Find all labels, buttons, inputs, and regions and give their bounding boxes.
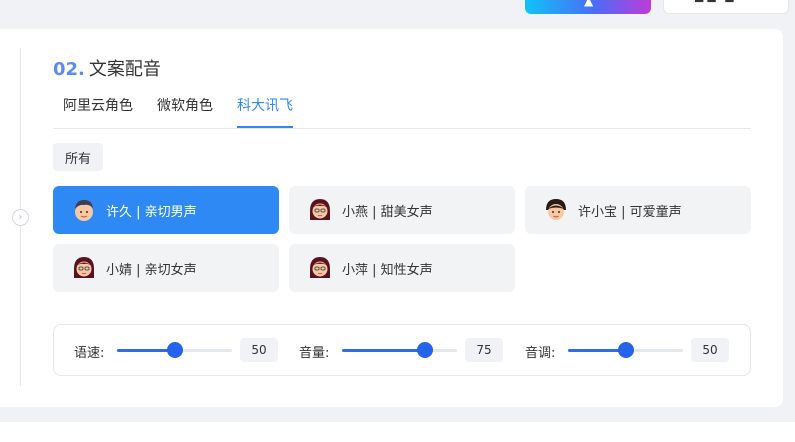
section-title: 02. 文案配音 <box>53 55 161 81</box>
tab-iflytek[interactable]: 科大讯飞 <box>237 95 293 128</box>
voice-label: 小萍 | 知性女声 <box>342 263 433 278</box>
female-avatar-icon <box>74 257 94 278</box>
female-avatar-icon <box>310 199 330 220</box>
pitch-value[interactable]: 50 <box>691 338 729 362</box>
section-number: 02. <box>53 59 85 80</box>
tab-microsoft[interactable]: 微软角色 <box>157 95 213 126</box>
speed-slider[interactable] <box>117 342 232 358</box>
secondary-action-icon: ▬▬ ▬ <box>694 0 737 6</box>
voice-card-xiaoping[interactable]: 小萍 | 知性女声 <box>289 244 515 292</box>
voice-label: 小婧 | 亲切女声 <box>106 263 197 278</box>
speed-value[interactable]: 50 <box>240 338 278 362</box>
volume-value[interactable]: 75 <box>465 338 503 362</box>
section-title-text: 文案配音 <box>88 59 161 80</box>
voice-card-xiaoyan[interactable]: 小燕 | 甜美女声 <box>289 186 515 234</box>
filter-all-chip[interactable]: 所有 <box>53 143 103 171</box>
speed-slider-fill <box>117 349 175 352</box>
speed-label: 语速: <box>74 346 105 361</box>
volume-slider-handle[interactable] <box>416 342 433 358</box>
voice-label: 小燕 | 甜美女声 <box>342 205 433 220</box>
primary-action-icon: ▲ <box>584 0 594 8</box>
voice-card-xujiu[interactable]: 许久 | 亲切男声 <box>53 186 279 234</box>
pitch-label: 音调: <box>525 346 556 361</box>
pitch-slider-fill <box>568 349 626 352</box>
male-avatar-icon <box>75 200 93 221</box>
voice-label: 许小宝 | 可爱童声 <box>578 205 682 220</box>
voice-provider-tabs: 阿里云角色 微软角色 科大讯飞 <box>53 95 751 129</box>
next-section-card <box>0 422 795 442</box>
volume-slider[interactable] <box>342 342 457 358</box>
voice-settings-panel: 语速: 50 音量: 75 音调: 50 <box>53 324 751 376</box>
pitch-slider-handle[interactable] <box>617 342 634 358</box>
tab-aliyun[interactable]: 阿里云角色 <box>63 95 133 126</box>
volume-slider-fill <box>342 349 425 352</box>
volume-label: 音量: <box>299 346 330 361</box>
pitch-slider[interactable] <box>568 342 683 358</box>
voice-label: 许久 | 亲切男声 <box>106 205 197 220</box>
voice-card-xiaojing[interactable]: 小婧 | 亲切女声 <box>53 244 279 292</box>
female-avatar-icon <box>310 257 330 278</box>
speed-slider-handle[interactable] <box>166 342 183 358</box>
child-avatar-icon <box>546 199 566 220</box>
primary-action-button[interactable]: ▲ <box>525 0 651 14</box>
timeline-chevron-icon[interactable]: › <box>12 209 29 226</box>
voice-card-xuxiaobao[interactable]: 许小宝 | 可爱童声 <box>525 186 751 234</box>
secondary-action-button[interactable]: ▬▬ ▬ <box>663 0 789 14</box>
